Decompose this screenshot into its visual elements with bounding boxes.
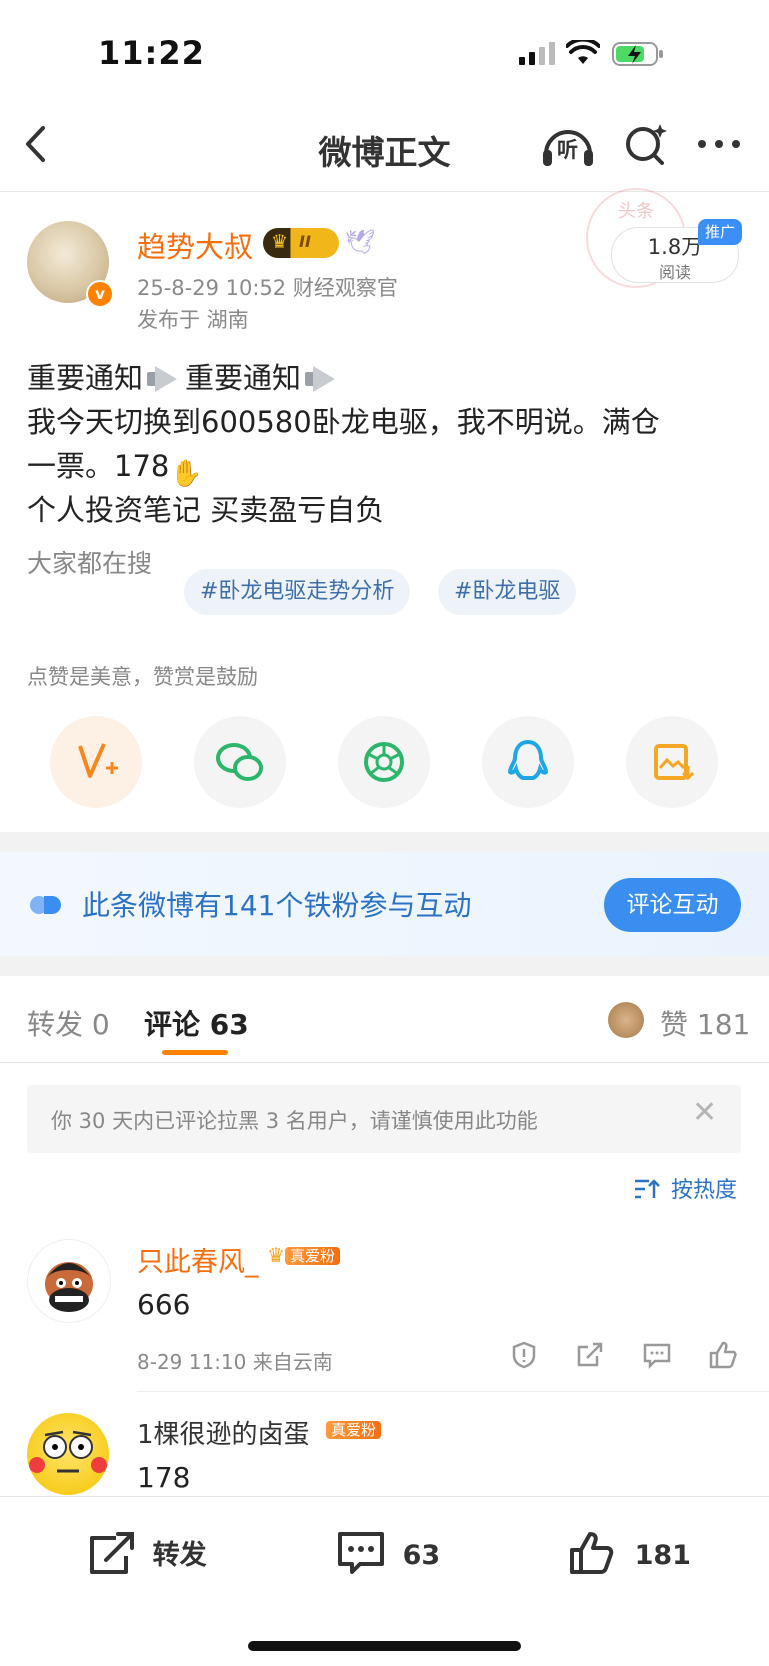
- comment-meta: 8-29 11:10 来自云南: [137, 1350, 333, 1374]
- thumbs-up-icon: [570, 1532, 614, 1574]
- megaphone-icon: [145, 364, 183, 394]
- tabs-divider: [0, 1062, 769, 1063]
- wechat-share-button[interactable]: [194, 716, 286, 808]
- bottom-repost-button[interactable]: 转发: [86, 1530, 207, 1576]
- fans-icon: [30, 894, 66, 916]
- bottom-like-count: 181: [634, 1540, 691, 1571]
- cellular-signal-icon: [519, 42, 557, 66]
- search-chip[interactable]: #卧龙电驱走势分析: [184, 569, 411, 615]
- reward-button[interactable]: [50, 716, 142, 808]
- post-line3: 一票。178: [27, 449, 170, 483]
- block-notice-text: 你 30 天内已评论拉黑 3 名用户，请谨慎使用此功能: [51, 1109, 538, 1133]
- author-name[interactable]: 趋势大叔: [137, 224, 253, 266]
- comment-interact-button[interactable]: 评论互动: [604, 878, 741, 932]
- comment-divider: [137, 1391, 769, 1392]
- status-time: 11:22: [98, 34, 205, 72]
- fan-badge-label: 真爱粉: [284, 1247, 340, 1265]
- crown-icon: ♛: [271, 231, 289, 253]
- comment-text: 178: [137, 1461, 191, 1494]
- wifi-icon: [565, 37, 601, 66]
- sort-label: 按热度: [671, 1178, 738, 1203]
- fan-badge[interactable]: 真爱粉: [326, 1418, 382, 1442]
- save-image-button[interactable]: [626, 716, 718, 808]
- sort-by-heat[interactable]: 按热度: [634, 1172, 737, 1204]
- read-label: 阅读: [658, 263, 691, 282]
- repost-icon: [90, 1532, 134, 1574]
- reward-tip: 点赞是美意，赞赏是鼓励: [27, 665, 258, 689]
- bottom-comment-count: 63: [402, 1540, 441, 1571]
- liker-avatar[interactable]: [608, 1002, 644, 1038]
- commenter-avatar[interactable]: [27, 1239, 111, 1323]
- likes-label: 赞: [660, 1008, 689, 1041]
- post-line4: 个人投资笔记 买卖盈亏自负: [27, 493, 385, 527]
- crown-icon: ♛: [267, 1243, 285, 1267]
- member-level-text: II: [299, 232, 311, 251]
- report-icon[interactable]: [507, 1340, 541, 1374]
- fan-badge[interactable]: ♛ 真爱粉: [267, 1243, 340, 1268]
- megaphone-icon: [303, 364, 341, 394]
- member-level-badge[interactable]: ♛ II: [263, 228, 339, 258]
- promo-tag[interactable]: 推广: [698, 219, 742, 245]
- reply-icon[interactable]: [640, 1340, 674, 1374]
- comment-like-icon[interactable]: [706, 1340, 740, 1374]
- post-line2: 我今天切换到600580卧龙电驱，我不明说。满仓: [27, 405, 660, 439]
- post-content: 重要通知 重要通知 我今天切换到600580卧龙电驱，我不明说。满仓 一票。178…: [27, 356, 737, 532]
- search-chip[interactable]: #卧龙电驱: [438, 569, 577, 615]
- likes-count: 181: [696, 1008, 751, 1041]
- tab-likes[interactable]: 赞 181: [660, 1003, 750, 1043]
- section-gap: [0, 832, 769, 852]
- fan-badge-label: 真爱粉: [326, 1421, 382, 1439]
- listen-label: 听: [557, 138, 578, 162]
- search-icon[interactable]: [622, 120, 670, 168]
- commenter-name[interactable]: 1棵很逊的卤蛋: [137, 1414, 310, 1451]
- qq-share-button[interactable]: [482, 716, 574, 808]
- bottom-repost-label: 转发: [152, 1540, 207, 1571]
- post-meta: 25-8-29 10:52 财经观察官: [137, 276, 398, 300]
- listen-button[interactable]: 听: [540, 120, 596, 170]
- commenter-avatar[interactable]: [27, 1413, 109, 1495]
- post-line1-b: 重要通知: [185, 361, 302, 395]
- verified-icon: v: [86, 280, 114, 308]
- share-comment-icon[interactable]: [573, 1340, 607, 1374]
- trending-search-label: 大家都在搜: [27, 549, 153, 578]
- bird-badge-icon[interactable]: 🕊: [345, 228, 375, 256]
- tab-active-indicator: [162, 1050, 228, 1055]
- moments-share-button[interactable]: [338, 716, 430, 808]
- section-gap: [0, 956, 769, 976]
- five-hand-icon: ✋: [170, 459, 203, 489]
- post-line1-a: 重要通知: [27, 361, 144, 395]
- sort-icon: [635, 1179, 660, 1199]
- comment-text: 666: [137, 1288, 191, 1321]
- tab-comment[interactable]: 评论 63: [144, 1003, 249, 1043]
- post-location: 发布于 湖南: [137, 308, 249, 332]
- home-indicator: [248, 1641, 521, 1651]
- more-icon[interactable]: [696, 136, 742, 152]
- bottom-comment-button[interactable]: 63: [336, 1530, 440, 1576]
- battery-icon: [612, 40, 666, 68]
- tab-repost[interactable]: 转发 0: [27, 1003, 110, 1043]
- close-icon[interactable]: ✕: [692, 1098, 717, 1128]
- comment-icon: [338, 1532, 384, 1574]
- banner-text: 此条微博有141个铁粉参与互动: [82, 889, 472, 922]
- commenter-name[interactable]: 只此春风_: [137, 1240, 259, 1279]
- bottom-like-button[interactable]: 181: [568, 1530, 691, 1576]
